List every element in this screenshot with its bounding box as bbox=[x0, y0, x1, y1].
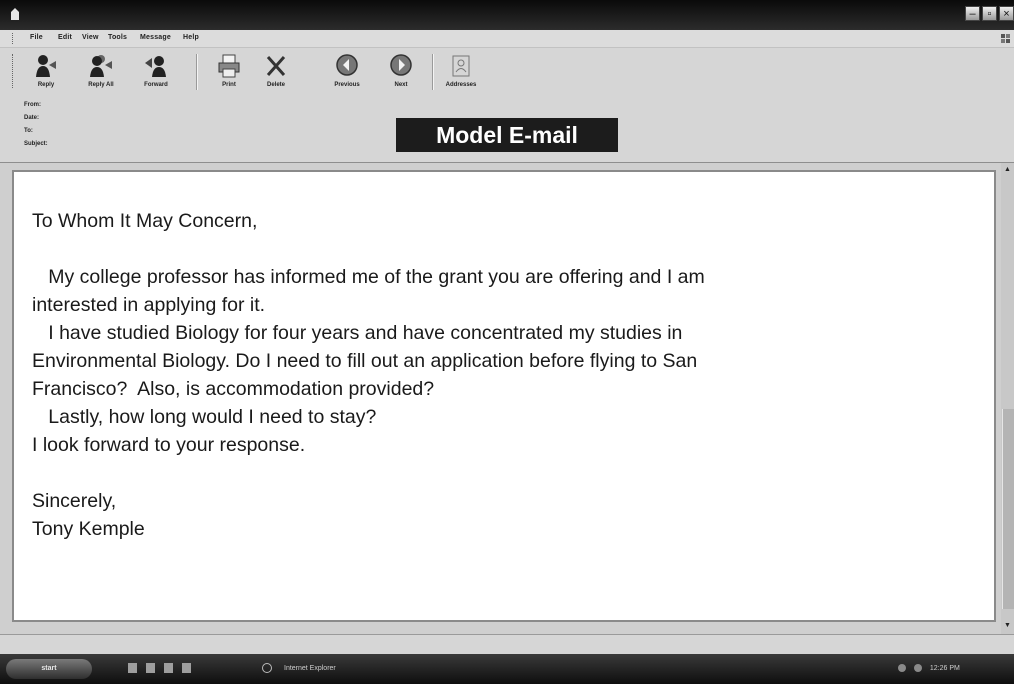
closing-line: Sincerely, bbox=[32, 490, 117, 512]
quicklaunch-icon[interactable] bbox=[128, 663, 137, 673]
menu-view[interactable]: View bbox=[82, 34, 99, 41]
body-line: Environmental Biology. Do I need to fill… bbox=[32, 350, 698, 372]
reply-icon bbox=[36, 55, 56, 77]
body-line: interested in applying for it. bbox=[32, 294, 266, 316]
quicklaunch-icon[interactable] bbox=[164, 663, 173, 673]
status-bar bbox=[0, 634, 1014, 655]
forward-icon bbox=[145, 56, 166, 77]
toolbar: Reply Reply All Forward Print Delete Pre… bbox=[0, 48, 1014, 97]
network-icon[interactable] bbox=[898, 664, 906, 673]
email-window: – ▫ × File Edit View Tools Message Help … bbox=[0, 0, 1014, 684]
quicklaunch-icon[interactable] bbox=[182, 663, 191, 673]
internet-explorer-icon bbox=[262, 663, 272, 674]
reply-button[interactable]: Reply bbox=[17, 51, 75, 93]
scroll-down-arrow-icon[interactable]: ▼ bbox=[1003, 621, 1012, 630]
previous-icon bbox=[336, 54, 358, 76]
message-frame: To Whom It May Concern, My college profe… bbox=[0, 162, 1014, 635]
from-label: From: bbox=[24, 102, 41, 108]
message-headers: From: Date: To: Subject: Model E-mail bbox=[0, 96, 1014, 162]
previous-button[interactable]: Previous bbox=[318, 51, 376, 93]
delete-button[interactable]: Delete bbox=[247, 51, 305, 93]
body-line: Lastly, how long would I need to stay? bbox=[32, 406, 377, 428]
menu-file[interactable]: File bbox=[30, 34, 43, 41]
scroll-up-arrow-icon[interactable]: ▲ bbox=[1003, 165, 1012, 174]
subject-label: Subject: bbox=[24, 141, 48, 147]
print-icon bbox=[218, 54, 240, 78]
clock[interactable]: 12:26 PM bbox=[930, 665, 960, 672]
forward-button[interactable]: Forward bbox=[127, 51, 185, 93]
greeting-line: To Whom It May Concern, bbox=[32, 210, 258, 232]
quicklaunch-icon[interactable] bbox=[146, 663, 155, 673]
message-body[interactable]: To Whom It May Concern, My college profe… bbox=[12, 170, 996, 622]
scrollbar-thumb[interactable] bbox=[1002, 409, 1014, 609]
volume-icon[interactable] bbox=[913, 664, 922, 673]
date-label: Date: bbox=[24, 115, 40, 121]
windows-logo-icon bbox=[1001, 34, 1010, 43]
close-button[interactable]: × bbox=[999, 6, 1014, 21]
menu-edit[interactable]: Edit bbox=[58, 34, 72, 41]
menu-tools[interactable]: Tools bbox=[108, 34, 127, 41]
maximize-button[interactable]: ▫ bbox=[982, 6, 997, 21]
next-icon bbox=[390, 54, 412, 76]
start-button[interactable]: start bbox=[6, 659, 92, 679]
body-line: Francisco? Also, is accommodation provid… bbox=[32, 378, 435, 400]
toolbar-separator bbox=[196, 54, 198, 90]
signature-line: Tony Kemple bbox=[32, 518, 145, 540]
next-button[interactable]: Next bbox=[372, 51, 430, 93]
delete-icon bbox=[266, 56, 286, 76]
message-text: To Whom It May Concern, My college profe… bbox=[32, 207, 992, 543]
system-tray: 12:26 PM bbox=[898, 660, 1010, 678]
body-line: My college professor has informed me of … bbox=[32, 266, 705, 288]
app-icon bbox=[11, 8, 19, 20]
taskbar: start Internet Explorer 12:26 PM bbox=[0, 654, 1014, 684]
menu-bar: File Edit View Tools Message Help bbox=[0, 30, 1014, 48]
menu-grip[interactable] bbox=[12, 33, 15, 44]
menu-message[interactable]: Message bbox=[140, 34, 171, 41]
title-bar[interactable]: – ▫ × bbox=[0, 0, 1014, 30]
toolbar-grip[interactable] bbox=[12, 54, 15, 88]
model-email-banner: Model E-mail bbox=[396, 118, 618, 152]
menu-help[interactable]: Help bbox=[183, 34, 199, 41]
to-label: To: bbox=[24, 128, 33, 134]
addresses-button[interactable]: Addresses bbox=[432, 51, 490, 93]
body-line: I look forward to your response. bbox=[32, 434, 306, 456]
reply-all-icon bbox=[90, 55, 112, 77]
vertical-scrollbar[interactable]: ▲ ▼ bbox=[1001, 163, 1014, 635]
minimize-button[interactable]: – bbox=[965, 6, 980, 21]
body-line: I have studied Biology for four years an… bbox=[32, 322, 683, 344]
addresses-icon bbox=[452, 55, 470, 77]
taskbar-app-button[interactable]: Internet Explorer bbox=[262, 661, 382, 677]
reply-all-button[interactable]: Reply All bbox=[72, 51, 130, 93]
